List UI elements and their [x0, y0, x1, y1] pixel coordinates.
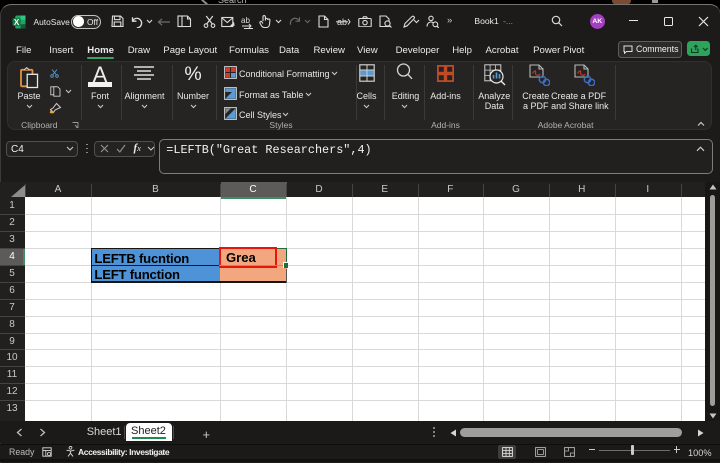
svg-text:ab: ab [241, 16, 250, 25]
svg-text:X: X [13, 17, 19, 26]
